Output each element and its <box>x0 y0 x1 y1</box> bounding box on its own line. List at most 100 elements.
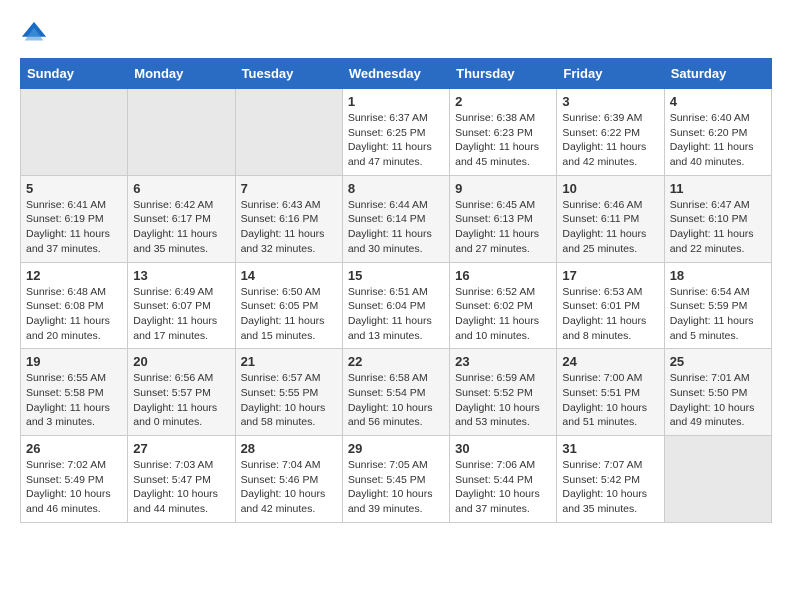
day-number: 10 <box>562 181 658 196</box>
day-number: 28 <box>241 441 337 456</box>
calendar-cell: 31 Sunrise: 7:07 AM Sunset: 5:42 PM Dayli… <box>557 436 664 523</box>
day-number: 6 <box>133 181 229 196</box>
day-header-thursday: Thursday <box>450 59 557 89</box>
day-number: 3 <box>562 94 658 109</box>
day-number: 7 <box>241 181 337 196</box>
day-number: 30 <box>455 441 551 456</box>
day-number: 13 <box>133 268 229 283</box>
calendar-cell: 18 Sunrise: 6:54 AM Sunset: 5:59 PM Dayli… <box>664 262 771 349</box>
calendar-cell: 13 Sunrise: 6:49 AM Sunset: 6:07 PM Dayli… <box>128 262 235 349</box>
calendar-cell: 7Sunrise: 6:43 AM Sunset: 6:16 PM Daylig… <box>235 175 342 262</box>
calendar-cell: 4 Sunrise: 6:40 AM Sunset: 6:20 PM Daylig… <box>664 89 771 176</box>
day-info: Sunrise: 6:45 AM Sunset: 6:13 PM Dayligh… <box>455 198 551 257</box>
day-header-tuesday: Tuesday <box>235 59 342 89</box>
day-number: 11 <box>670 181 766 196</box>
day-number: 4 <box>670 94 766 109</box>
day-info: Sunrise: 6:38 AM Sunset: 6:23 PM Dayligh… <box>455 111 551 170</box>
logo <box>20 20 52 48</box>
calendar-cell: 23Sunrise: 6:59 AM Sunset: 5:52 PM Dayli… <box>450 349 557 436</box>
day-info: Sunrise: 7:07 AM Sunset: 5:42 PM Dayligh… <box>562 458 658 517</box>
day-info: Sunrise: 7:01 AM Sunset: 5:50 PM Dayligh… <box>670 371 766 430</box>
day-header-wednesday: Wednesday <box>342 59 449 89</box>
calendar-cell: 14Sunrise: 6:50 AM Sunset: 6:05 PM Dayli… <box>235 262 342 349</box>
calendar-cell: 9 Sunrise: 6:45 AM Sunset: 6:13 PM Daylig… <box>450 175 557 262</box>
day-info: Sunrise: 7:02 AM Sunset: 5:49 PM Dayligh… <box>26 458 122 517</box>
day-info: Sunrise: 6:57 AM Sunset: 5:55 PM Dayligh… <box>241 371 337 430</box>
day-number: 31 <box>562 441 658 456</box>
calendar-cell: 5Sunrise: 6:41 AM Sunset: 6:19 PM Daylig… <box>21 175 128 262</box>
day-number: 5 <box>26 181 122 196</box>
calendar-cell: 8 Sunrise: 6:44 AM Sunset: 6:14 PM Daylig… <box>342 175 449 262</box>
week-row-3: 12Sunrise: 6:48 AM Sunset: 6:08 PM Dayli… <box>21 262 772 349</box>
day-number: 9 <box>455 181 551 196</box>
day-number: 26 <box>26 441 122 456</box>
calendar-cell: 22 Sunrise: 6:58 AM Sunset: 5:54 PM Dayli… <box>342 349 449 436</box>
day-header-sunday: Sunday <box>21 59 128 89</box>
day-info: Sunrise: 6:47 AM Sunset: 6:10 PM Dayligh… <box>670 198 766 257</box>
day-header-monday: Monday <box>128 59 235 89</box>
calendar-cell <box>128 89 235 176</box>
day-info: Sunrise: 6:40 AM Sunset: 6:20 PM Dayligh… <box>670 111 766 170</box>
day-info: Sunrise: 6:58 AM Sunset: 5:54 PM Dayligh… <box>348 371 444 430</box>
day-info: Sunrise: 7:03 AM Sunset: 5:47 PM Dayligh… <box>133 458 229 517</box>
calendar-cell: 6 Sunrise: 6:42 AM Sunset: 6:17 PM Daylig… <box>128 175 235 262</box>
day-info: Sunrise: 6:39 AM Sunset: 6:22 PM Dayligh… <box>562 111 658 170</box>
calendar-cell: 30 Sunrise: 7:06 AM Sunset: 5:44 PM Dayli… <box>450 436 557 523</box>
day-info: Sunrise: 6:52 AM Sunset: 6:02 PM Dayligh… <box>455 285 551 344</box>
day-number: 19 <box>26 354 122 369</box>
day-number: 21 <box>241 354 337 369</box>
day-info: Sunrise: 7:04 AM Sunset: 5:46 PM Dayligh… <box>241 458 337 517</box>
calendar-cell: 11 Sunrise: 6:47 AM Sunset: 6:10 PM Dayli… <box>664 175 771 262</box>
day-number: 27 <box>133 441 229 456</box>
day-number: 2 <box>455 94 551 109</box>
calendar-cell: 20Sunrise: 6:56 AM Sunset: 5:57 PM Dayli… <box>128 349 235 436</box>
calendar-cell <box>235 89 342 176</box>
calendar-cell: 1Sunrise: 6:37 AM Sunset: 6:25 PM Daylig… <box>342 89 449 176</box>
day-number: 23 <box>455 354 551 369</box>
calendar-cell: 12Sunrise: 6:48 AM Sunset: 6:08 PM Dayli… <box>21 262 128 349</box>
calendar-cell: 28 Sunrise: 7:04 AM Sunset: 5:46 PM Dayli… <box>235 436 342 523</box>
calendar-cell: 2 Sunrise: 6:38 AM Sunset: 6:23 PM Daylig… <box>450 89 557 176</box>
calendar-cell: 15 Sunrise: 6:51 AM Sunset: 6:04 PM Dayli… <box>342 262 449 349</box>
logo-icon <box>20 20 48 48</box>
day-number: 25 <box>670 354 766 369</box>
day-info: Sunrise: 7:06 AM Sunset: 5:44 PM Dayligh… <box>455 458 551 517</box>
day-header-saturday: Saturday <box>664 59 771 89</box>
day-number: 8 <box>348 181 444 196</box>
day-info: Sunrise: 6:46 AM Sunset: 6:11 PM Dayligh… <box>562 198 658 257</box>
day-info: Sunrise: 6:44 AM Sunset: 6:14 PM Dayligh… <box>348 198 444 257</box>
day-info: Sunrise: 6:50 AM Sunset: 6:05 PM Dayligh… <box>241 285 337 344</box>
day-info: Sunrise: 7:00 AM Sunset: 5:51 PM Dayligh… <box>562 371 658 430</box>
calendar-cell: 17 Sunrise: 6:53 AM Sunset: 6:01 PM Dayli… <box>557 262 664 349</box>
calendar-cell: 26 Sunrise: 7:02 AM Sunset: 5:49 PM Dayli… <box>21 436 128 523</box>
day-number: 22 <box>348 354 444 369</box>
day-info: Sunrise: 6:42 AM Sunset: 6:17 PM Dayligh… <box>133 198 229 257</box>
day-info: Sunrise: 7:05 AM Sunset: 5:45 PM Dayligh… <box>348 458 444 517</box>
day-info: Sunrise: 6:53 AM Sunset: 6:01 PM Dayligh… <box>562 285 658 344</box>
calendar-cell <box>664 436 771 523</box>
calendar-cell: 25 Sunrise: 7:01 AM Sunset: 5:50 PM Dayli… <box>664 349 771 436</box>
week-row-4: 19 Sunrise: 6:55 AM Sunset: 5:58 PM Dayli… <box>21 349 772 436</box>
day-number: 29 <box>348 441 444 456</box>
day-number: 18 <box>670 268 766 283</box>
week-row-1: 1Sunrise: 6:37 AM Sunset: 6:25 PM Daylig… <box>21 89 772 176</box>
day-info: Sunrise: 6:51 AM Sunset: 6:04 PM Dayligh… <box>348 285 444 344</box>
day-info: Sunrise: 6:49 AM Sunset: 6:07 PM Dayligh… <box>133 285 229 344</box>
calendar-cell <box>21 89 128 176</box>
calendar-table: SundayMondayTuesdayWednesdayThursdayFrid… <box>20 58 772 523</box>
day-number: 20 <box>133 354 229 369</box>
day-info: Sunrise: 6:54 AM Sunset: 5:59 PM Dayligh… <box>670 285 766 344</box>
calendar-cell: 16Sunrise: 6:52 AM Sunset: 6:02 PM Dayli… <box>450 262 557 349</box>
day-number: 15 <box>348 268 444 283</box>
calendar-cell: 10 Sunrise: 6:46 AM Sunset: 6:11 PM Dayli… <box>557 175 664 262</box>
header-row: SundayMondayTuesdayWednesdayThursdayFrid… <box>21 59 772 89</box>
calendar-cell: 24 Sunrise: 7:00 AM Sunset: 5:51 PM Dayli… <box>557 349 664 436</box>
day-number: 24 <box>562 354 658 369</box>
day-number: 12 <box>26 268 122 283</box>
day-number: 17 <box>562 268 658 283</box>
calendar-cell: 21 Sunrise: 6:57 AM Sunset: 5:55 PM Dayli… <box>235 349 342 436</box>
week-row-2: 5Sunrise: 6:41 AM Sunset: 6:19 PM Daylig… <box>21 175 772 262</box>
week-row-5: 26 Sunrise: 7:02 AM Sunset: 5:49 PM Dayli… <box>21 436 772 523</box>
calendar-cell: 29 Sunrise: 7:05 AM Sunset: 5:45 PM Dayli… <box>342 436 449 523</box>
day-info: Sunrise: 6:55 AM Sunset: 5:58 PM Dayligh… <box>26 371 122 430</box>
